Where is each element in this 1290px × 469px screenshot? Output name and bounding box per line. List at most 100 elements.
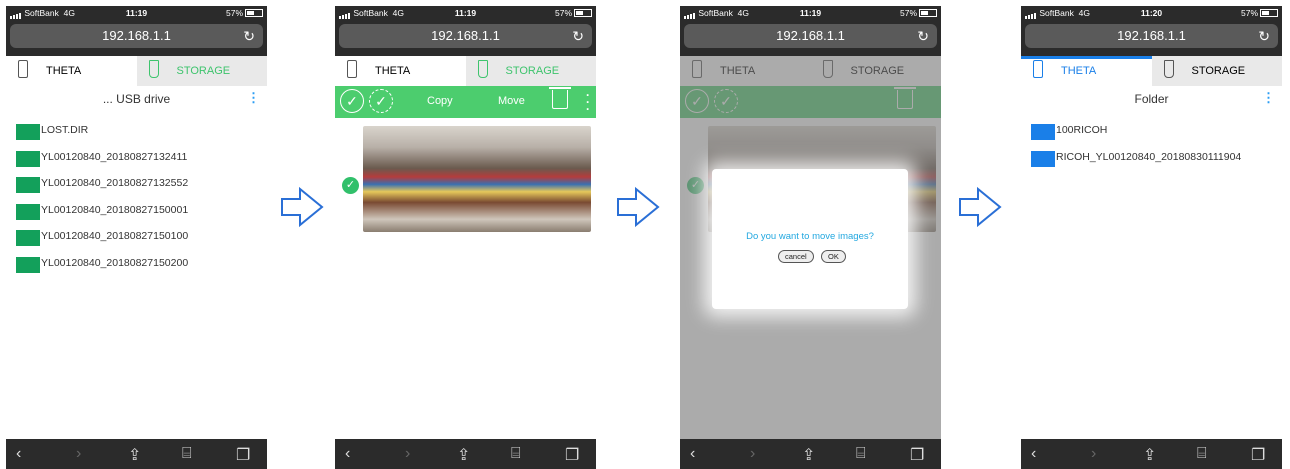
address-bar: 192.168.1.1 ↻ <box>6 20 267 56</box>
share-icon[interactable]: ⇪ <box>802 445 815 465</box>
tabs-icon[interactable]: ❐ <box>1251 445 1265 465</box>
forward-icon[interactable]: › <box>76 445 81 463</box>
phone-screen-1: SoftBank 4G 11:19 57% 192.168.1.1 ↻ THETA… <box>6 6 267 469</box>
tab-theta-label: THETA <box>375 65 411 77</box>
folder-row[interactable]: YL00120840_20180827150200 <box>16 256 267 284</box>
folder-name: 100RICOH <box>1056 124 1108 136</box>
ok-button[interactable]: OK <box>821 250 846 263</box>
folder-name: LOST.DIR <box>41 124 89 136</box>
bookmarks-icon[interactable]: ⌸ <box>182 445 192 463</box>
folder-name: YL00120840_20180827150001 <box>41 203 189 216</box>
theta-camera-icon <box>18 60 28 78</box>
address-bar: 192.168.1.1 ↻ <box>680 20 941 56</box>
tab-storage[interactable]: STORAGE <box>1151 56 1282 86</box>
folder-row[interactable]: YL00120840_20180827150100 <box>16 230 267 257</box>
phone-screen-2: SoftBank 4G 11:19 57% 192.168.1.1 ↻ THETA… <box>335 6 596 469</box>
move-button[interactable]: Move <box>498 95 525 107</box>
url-field[interactable]: 192.168.1.1 ↻ <box>1025 24 1278 48</box>
phone-screen-4: SoftBank 4G 11:20 57% 192.168.1.1 ↻ THETA… <box>1021 6 1282 469</box>
forward-icon[interactable]: › <box>750 445 755 463</box>
back-icon[interactable]: ‹ <box>16 445 21 463</box>
usb-drive-icon <box>477 60 488 78</box>
share-icon[interactable]: ⇪ <box>457 445 470 465</box>
tab-storage-label: STORAGE <box>176 65 231 77</box>
bookmarks-icon[interactable]: ⌸ <box>856 445 866 463</box>
right-arrow-icon <box>959 186 1002 228</box>
status-bar: SoftBank 4G 11:19 57% <box>6 6 267 20</box>
tabs-icon[interactable]: ❐ <box>236 445 250 465</box>
trash-icon[interactable] <box>549 87 571 109</box>
forward-icon[interactable]: › <box>405 445 410 463</box>
tab-theta[interactable]: THETA <box>1021 56 1152 86</box>
browser-toolbar: ‹ › ⇪ ⌸ ❐ <box>6 439 267 469</box>
battery-percent: 57% <box>899 8 917 18</box>
copy-button[interactable]: Copy <box>427 95 453 107</box>
url-field[interactable]: 192.168.1.1 ↻ <box>10 24 263 48</box>
theta-camera-icon <box>347 60 357 78</box>
move-confirm-dialog: Do you want to move images? cancel OK <box>712 169 908 309</box>
kebab-menu-icon[interactable]: ⋮ <box>1262 90 1275 106</box>
tab-storage[interactable]: STORAGE <box>465 56 596 86</box>
back-icon[interactable]: ‹ <box>1031 445 1036 463</box>
folder-row[interactable]: YL00120840_20180827150001 <box>16 203 267 231</box>
folder-row[interactable]: LOST.DIR <box>16 124 267 151</box>
folder-name: YL00120840_20180827132411 <box>41 150 188 163</box>
page-title: ... USB drive <box>102 92 171 106</box>
forward-icon[interactable]: › <box>1091 445 1096 463</box>
battery-icon <box>574 9 592 17</box>
battery-percent: 57% <box>1240 8 1258 18</box>
back-icon[interactable]: ‹ <box>345 445 350 463</box>
folder-icon <box>16 152 40 167</box>
folder-row[interactable]: RICOH_YL00120840_20180830111904 <box>1031 150 1282 178</box>
url-field[interactable]: 192.168.1.1 ↻ <box>684 24 937 48</box>
tab-storage[interactable]: STORAGE <box>136 56 267 86</box>
reload-icon[interactable]: ↻ <box>1258 24 1270 48</box>
kebab-menu-icon[interactable]: · · · <box>586 89 590 115</box>
right-arrow-icon <box>281 186 324 228</box>
reload-icon[interactable]: ↻ <box>572 24 584 48</box>
battery-icon <box>245 9 263 17</box>
select-all-icon[interactable]: ✓ <box>340 89 364 113</box>
folder-list: 100RICOH RICOH_YL00120840_20180830111904 <box>1031 124 1282 177</box>
folder-row[interactable]: 100RICOH <box>1031 124 1282 151</box>
tab-theta[interactable]: THETA <box>6 56 137 86</box>
tab-theta-label: THETA <box>46 65 82 77</box>
browser-toolbar: ‹ › ⇪ ⌸ ❐ <box>335 439 596 469</box>
bookmarks-icon[interactable]: ⌸ <box>1197 445 1207 463</box>
check-icon[interactable]: ✓ <box>342 177 359 194</box>
battery-percent: 57% <box>225 8 243 18</box>
kebab-menu-icon[interactable]: ⋮ <box>247 90 260 106</box>
folder-row[interactable]: YL00120840_20180827132411 <box>16 150 267 178</box>
browser-toolbar: ‹ › ⇪ ⌸ ❐ <box>1021 439 1282 469</box>
usb-drive-icon <box>1163 60 1174 78</box>
reload-icon[interactable]: ↻ <box>917 24 929 48</box>
share-icon[interactable]: ⇪ <box>128 445 141 465</box>
battery-percent: 57% <box>554 8 572 18</box>
back-icon[interactable]: ‹ <box>690 445 695 463</box>
battery-icon <box>1260 9 1278 17</box>
folder-row[interactable]: YL00120840_20180827132552 <box>16 177 267 204</box>
tab-theta[interactable]: THETA <box>335 56 466 86</box>
folder-icon <box>16 258 40 273</box>
url-field[interactable]: 192.168.1.1 ↻ <box>339 24 592 48</box>
folder-name: RICOH_YL00120840_20180830111904 <box>1056 150 1242 163</box>
usb-drive-icon <box>148 60 159 78</box>
cancel-button[interactable]: cancel <box>778 250 814 263</box>
tabs-icon[interactable]: ❐ <box>565 445 579 465</box>
tabs-icon[interactable]: ❐ <box>910 445 924 465</box>
status-bar: SoftBank 4G 11:20 57% <box>1021 6 1282 20</box>
folder-icon <box>16 205 40 220</box>
bookmarks-icon[interactable]: ⌸ <box>511 445 521 463</box>
folder-list: LOST.DIR YL00120840_20180827132411 YL001… <box>16 124 267 284</box>
image-thumbnail[interactable] <box>363 126 591 232</box>
phone-screen-3: SoftBank 4G 11:19 57% 192.168.1.1↻ THETA… <box>680 6 941 469</box>
folder-icon <box>1031 152 1055 167</box>
selection-toolbar: ✓ ✓ Copy Move · · · <box>335 86 596 118</box>
share-icon[interactable]: ⇪ <box>1143 445 1156 465</box>
status-bar: SoftBank 4G 11:19 57% <box>680 6 941 20</box>
deselect-icon[interactable]: ✓ <box>369 89 393 113</box>
source-tabs: THETA STORAGE <box>6 56 267 86</box>
browser-toolbar: ‹ › ⇪ ⌸ ❐ <box>680 439 941 469</box>
tab-storage-label: STORAGE <box>1191 65 1246 77</box>
reload-icon[interactable]: ↻ <box>243 24 255 48</box>
